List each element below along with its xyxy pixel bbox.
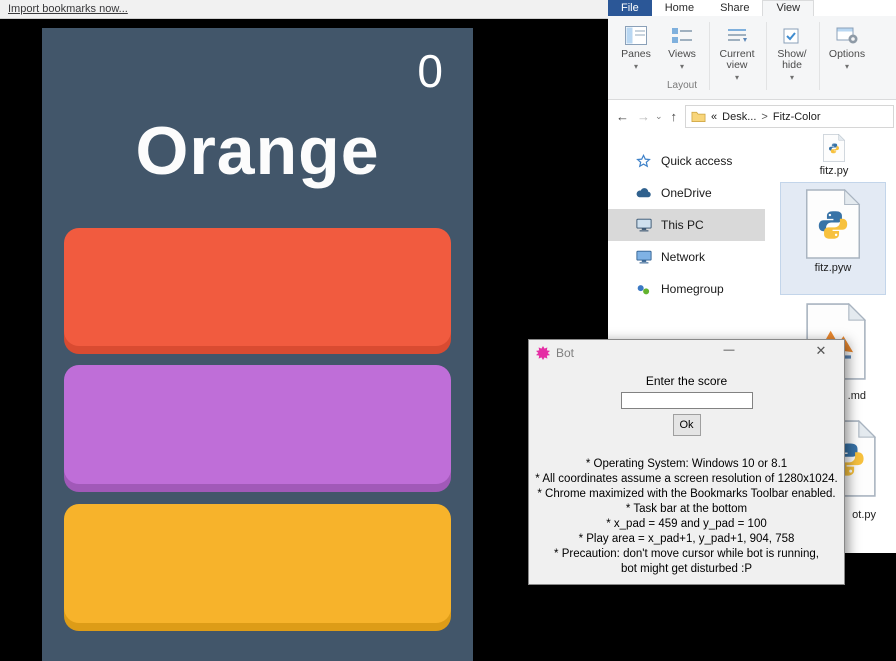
python-file-icon (822, 134, 846, 162)
history-dropdown-icon[interactable]: ⌄ (655, 111, 663, 122)
bookmarks-bar: Import bookmarks now... (0, 0, 608, 19)
ribbon-separator (766, 22, 767, 90)
color-game: 0 Orange (42, 28, 473, 661)
computer-icon (635, 218, 652, 232)
ribbon-separator (819, 22, 820, 90)
cloud-icon (635, 187, 652, 199)
current-view-icon (726, 23, 748, 47)
python-file-icon (805, 189, 861, 259)
ribbon: Panes ▾ Views ▾ Current view ▾ Show/ hid… (608, 16, 896, 100)
ribbon-button-label: Views (668, 48, 696, 60)
dialog-titlebar[interactable]: Bot — ✕ (529, 340, 844, 365)
breadcrumb-collapse[interactable]: « (711, 111, 717, 123)
breadcrumb-desktop[interactable]: Desk... (722, 111, 756, 123)
views-icon (671, 23, 693, 47)
ok-button[interactable]: Ok (672, 414, 701, 436)
file-label: fitz.pyw (814, 262, 852, 274)
sidebar-item-label: Quick access (661, 154, 733, 168)
folder-icon (691, 110, 706, 123)
tab-home[interactable]: Home (652, 0, 707, 16)
options-icon (836, 23, 858, 47)
instruction-line: * Task bar at the bottom (625, 503, 748, 515)
chevron-down-icon: ▾ (633, 62, 638, 71)
sidebar-item-network[interactable]: Network (608, 241, 765, 273)
back-button[interactable]: ← (616, 109, 629, 124)
ribbon-panes-button[interactable]: Panes ▾ (614, 20, 658, 72)
ribbon-button-label: Current view (719, 48, 755, 71)
ribbon-button-label: Options (828, 48, 866, 60)
chevron-down-icon: ▾ (789, 73, 794, 82)
up-button[interactable]: ↑ (671, 109, 678, 124)
ribbon-button-label: Show/ hide (777, 48, 807, 71)
file-fitz-py[interactable]: fitz.py (804, 134, 864, 177)
sidebar-item-homegroup[interactable]: Homegroup (608, 273, 765, 305)
minimize-button[interactable]: — (714, 344, 744, 356)
chevron-down-icon: ▾ (734, 73, 739, 82)
instruction-line: bot might get disturbed :P (620, 563, 753, 575)
instruction-line: * Precaution: don't move cursor while bo… (554, 548, 819, 560)
breadcrumb-separator: > (761, 110, 768, 123)
address-toolbar: ← → ⌄ ↑ « Desk... > Fitz-Color (608, 100, 896, 133)
ribbon-options-button[interactable]: Options ▾ (823, 20, 871, 72)
ribbon-show-hide-button[interactable]: Show/ hide ▾ (770, 20, 814, 83)
sidebar-item-onedrive[interactable]: OneDrive (608, 177, 765, 209)
ribbon-separator (709, 22, 710, 90)
bug-icon (536, 345, 550, 360)
tab-view[interactable]: View (762, 0, 815, 16)
game-score: 0 (417, 45, 443, 97)
sidebar-item-quick-access[interactable]: Quick access (608, 145, 765, 177)
network-icon (635, 250, 652, 264)
ribbon-button-label: Panes (621, 48, 651, 60)
file-label: fitz.py (819, 165, 849, 177)
show-hide-icon (782, 23, 802, 47)
screen: Import bookmarks now... 0 Orange File Ho… (0, 0, 896, 661)
instruction-line: * Play area = x_pad+1, y_pad+1, 904, 758 (578, 533, 795, 545)
file-fitz-pyw[interactable]: fitz.pyw (780, 182, 886, 295)
tab-file[interactable]: File (608, 0, 652, 16)
ribbon-views-button[interactable]: Views ▾ (660, 20, 704, 72)
ribbon-current-view-button[interactable]: Current view ▾ (713, 20, 761, 83)
sidebar-item-label: Network (661, 250, 706, 264)
instruction-line: * All coordinates assume a screen resolu… (535, 473, 838, 485)
ribbon-group-caption: Layout (666, 80, 698, 91)
chevron-down-icon: ▾ (679, 62, 684, 71)
instruction-line: * Chrome maximized with the Bookmarks To… (537, 488, 836, 500)
sidebar-item-label: OneDrive (661, 186, 712, 200)
sidebar-item-label: This PC (661, 218, 704, 232)
homegroup-icon (635, 282, 652, 297)
color-button-1[interactable] (64, 228, 451, 346)
dialog-title: Bot (556, 345, 575, 360)
forward-button[interactable]: → (637, 109, 650, 124)
navigation-pane: Quick access OneDrive This PC Network Ho… (608, 145, 765, 305)
bot-instructions: * Operating System: Windows 10 or 8.1 * … (529, 457, 844, 577)
close-button[interactable]: ✕ (806, 343, 836, 359)
instruction-line: * Operating System: Windows 10 or 8.1 (585, 458, 788, 470)
score-prompt-label: Enter the score (645, 374, 728, 388)
sidebar-item-this-pc[interactable]: This PC (608, 209, 765, 241)
panes-icon (625, 23, 647, 47)
breadcrumb-current[interactable]: Fitz-Color (773, 111, 821, 123)
bot-dialog: Bot — ✕ Enter the score Ok * Operating S… (528, 339, 845, 585)
tab-share[interactable]: Share (707, 0, 762, 16)
instruction-line: * x_pad = 459 and y_pad = 100 (606, 518, 767, 530)
color-button-3[interactable] (64, 504, 451, 623)
star-icon (635, 153, 652, 169)
import-bookmarks-link[interactable]: Import bookmarks now... (8, 3, 128, 15)
color-button-2[interactable] (64, 365, 451, 484)
ribbon-tabs: File Home Share View (608, 0, 896, 16)
address-bar[interactable]: « Desk... > Fitz-Color (685, 105, 894, 128)
chevron-down-icon: ▾ (844, 62, 849, 71)
sidebar-item-label: Homegroup (661, 282, 724, 296)
score-input[interactable] (620, 392, 753, 409)
game-color-word: Orange (135, 113, 380, 189)
